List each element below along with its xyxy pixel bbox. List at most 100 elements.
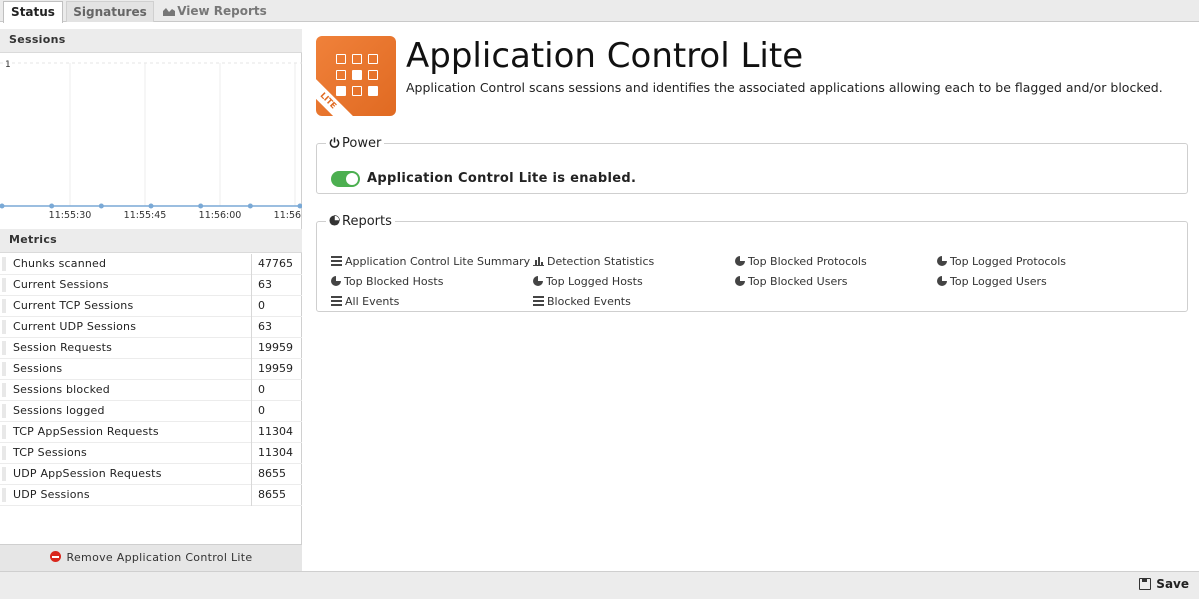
save-button[interactable]: Save (1139, 577, 1189, 591)
chart-point (198, 203, 204, 209)
row-marker (2, 362, 6, 376)
row-marker (2, 488, 6, 502)
row-marker (2, 257, 6, 271)
report-link-label: Top Blocked Protocols (748, 255, 867, 268)
metric-row: UDP AppSession Requests 8655 (0, 464, 302, 485)
report-link-blocked-events[interactable]: Blocked Events (533, 295, 631, 308)
reports-legend: Reports (326, 214, 395, 229)
metric-name: UDP Sessions (13, 488, 90, 501)
metric-value: 11304 (251, 422, 293, 443)
metric-value: 8655 (251, 464, 286, 485)
list-icon (533, 296, 544, 306)
pie-chart-icon (937, 256, 947, 266)
metric-name: Current Sessions (13, 278, 109, 291)
report-link-top-blocked-hosts[interactable]: Top Blocked Hosts (331, 275, 443, 288)
report-link-top-blocked-users[interactable]: Top Blocked Users (735, 275, 847, 288)
tab-view-reports[interactable]: View Reports (160, 1, 270, 22)
row-marker (2, 299, 6, 313)
row-marker (2, 341, 6, 355)
row-marker (2, 446, 6, 460)
report-link-label: Top Logged Hosts (546, 275, 643, 288)
metric-value: 63 (251, 317, 272, 338)
sessions-chart: 1 11:55:30 11:55:45 11:56:00 11:56:15 (0, 60, 302, 221)
list-icon (331, 296, 342, 306)
metrics-heading: Metrics (0, 229, 302, 253)
pie-chart-icon (331, 276, 341, 286)
metric-row: Current TCP Sessions 0 (0, 296, 302, 317)
report-link-label: All Events (345, 295, 400, 308)
metric-name: TCP Sessions (13, 446, 87, 459)
row-marker (2, 404, 6, 418)
power-status: Application Control Lite is enabled. (367, 171, 637, 186)
report-link-detection-statistics[interactable]: Detection Statistics (533, 255, 654, 268)
metric-name: UDP AppSession Requests (13, 467, 162, 480)
metrics-table: Chunks scanned 47765 Current Sessions 63 Cur… (0, 254, 302, 506)
report-link-label: Blocked Events (547, 295, 631, 308)
metric-name: Sessions (13, 362, 63, 375)
metric-row: Current UDP Sessions 63 (0, 317, 302, 338)
sessions-heading: Sessions (0, 29, 302, 53)
report-link-all-events[interactable]: All Events (331, 295, 399, 308)
metric-value: 0 (251, 401, 265, 422)
chart-point (0, 203, 5, 209)
main-content: LITE Application Control Lite Applicatio… (306, 22, 1199, 571)
chart-point (148, 203, 154, 209)
power-icon (329, 137, 340, 148)
report-link-label: Top Blocked Hosts (344, 275, 444, 288)
metric-value: 19959 (251, 338, 293, 359)
area-chart-icon (163, 8, 176, 16)
metric-row: Sessions 19959 (0, 359, 302, 380)
report-link-top-logged-users[interactable]: Top Logged Users (937, 275, 1047, 288)
metric-name: Current TCP Sessions (13, 299, 134, 312)
metric-name: Chunks scanned (13, 257, 107, 270)
tab-signatures[interactable]: Signatures (66, 1, 154, 22)
tab-status[interactable]: Status (3, 1, 63, 23)
power-section: Power Application Control Lite is enable… (316, 136, 1188, 194)
page-title: Application Control Lite (406, 36, 804, 76)
tab-bar: Status Signatures View Reports (0, 0, 1199, 23)
save-icon (1139, 578, 1152, 590)
pie-chart-icon (533, 276, 543, 286)
app-logo: LITE (316, 36, 396, 116)
metric-value: 0 (251, 296, 265, 317)
chart-point (98, 203, 104, 209)
metric-value: 47765 (251, 254, 293, 275)
metric-row: Session Requests 19959 (0, 338, 302, 359)
report-link-top-logged-hosts[interactable]: Top Logged Hosts (533, 275, 643, 288)
pie-chart-icon (735, 276, 745, 286)
report-link-label: Application Control Lite Summary (345, 255, 531, 268)
report-link-label: Top Blocked Users (748, 275, 848, 288)
metric-row: TCP Sessions 11304 (0, 443, 302, 464)
row-marker (2, 383, 6, 397)
left-panel: Sessions 1 11:55:30 11:55:45 11:56:00 11:56… (0, 29, 302, 571)
pie-chart-icon (329, 215, 340, 226)
metric-value: 19959 (251, 359, 293, 380)
metric-value: 63 (251, 275, 272, 296)
metric-name: Sessions logged (13, 404, 105, 417)
report-link-application-control-lite-summary[interactable]: Application Control Lite Summary (331, 255, 530, 268)
report-link-top-blocked-protocols[interactable]: Top Blocked Protocols (735, 255, 867, 268)
report-link-top-logged-protocols[interactable]: Top Logged Protocols (937, 255, 1066, 268)
row-marker (2, 320, 6, 334)
metric-name: TCP AppSession Requests (13, 425, 159, 438)
row-marker (2, 467, 6, 481)
metric-row: Chunks scanned 47765 (0, 254, 302, 275)
pie-chart-icon (937, 276, 947, 286)
reports-section: Reports Application Control Lite Summary… (316, 214, 1188, 312)
metric-value: 0 (251, 380, 265, 401)
chart-point (247, 203, 253, 209)
metric-name: Sessions blocked (13, 383, 110, 396)
chart-point (297, 203, 302, 209)
metric-value: 8655 (251, 485, 286, 506)
remove-app-button[interactable]: Remove Application Control Lite (0, 544, 302, 571)
power-toggle[interactable] (331, 171, 360, 187)
app-description: Application Control scans sessions and i… (406, 80, 1163, 95)
apps-grid-icon (336, 54, 380, 98)
bottom-toolbar: Save (0, 571, 1199, 599)
metric-name: Session Requests (13, 341, 113, 354)
metric-value: 11304 (251, 443, 293, 464)
report-link-label: Detection Statistics (547, 255, 655, 268)
metric-row: Sessions logged 0 (0, 401, 302, 422)
metric-row: UDP Sessions 8655 (0, 485, 302, 506)
chart-x-tick-label: 11:56:15 (274, 210, 302, 221)
